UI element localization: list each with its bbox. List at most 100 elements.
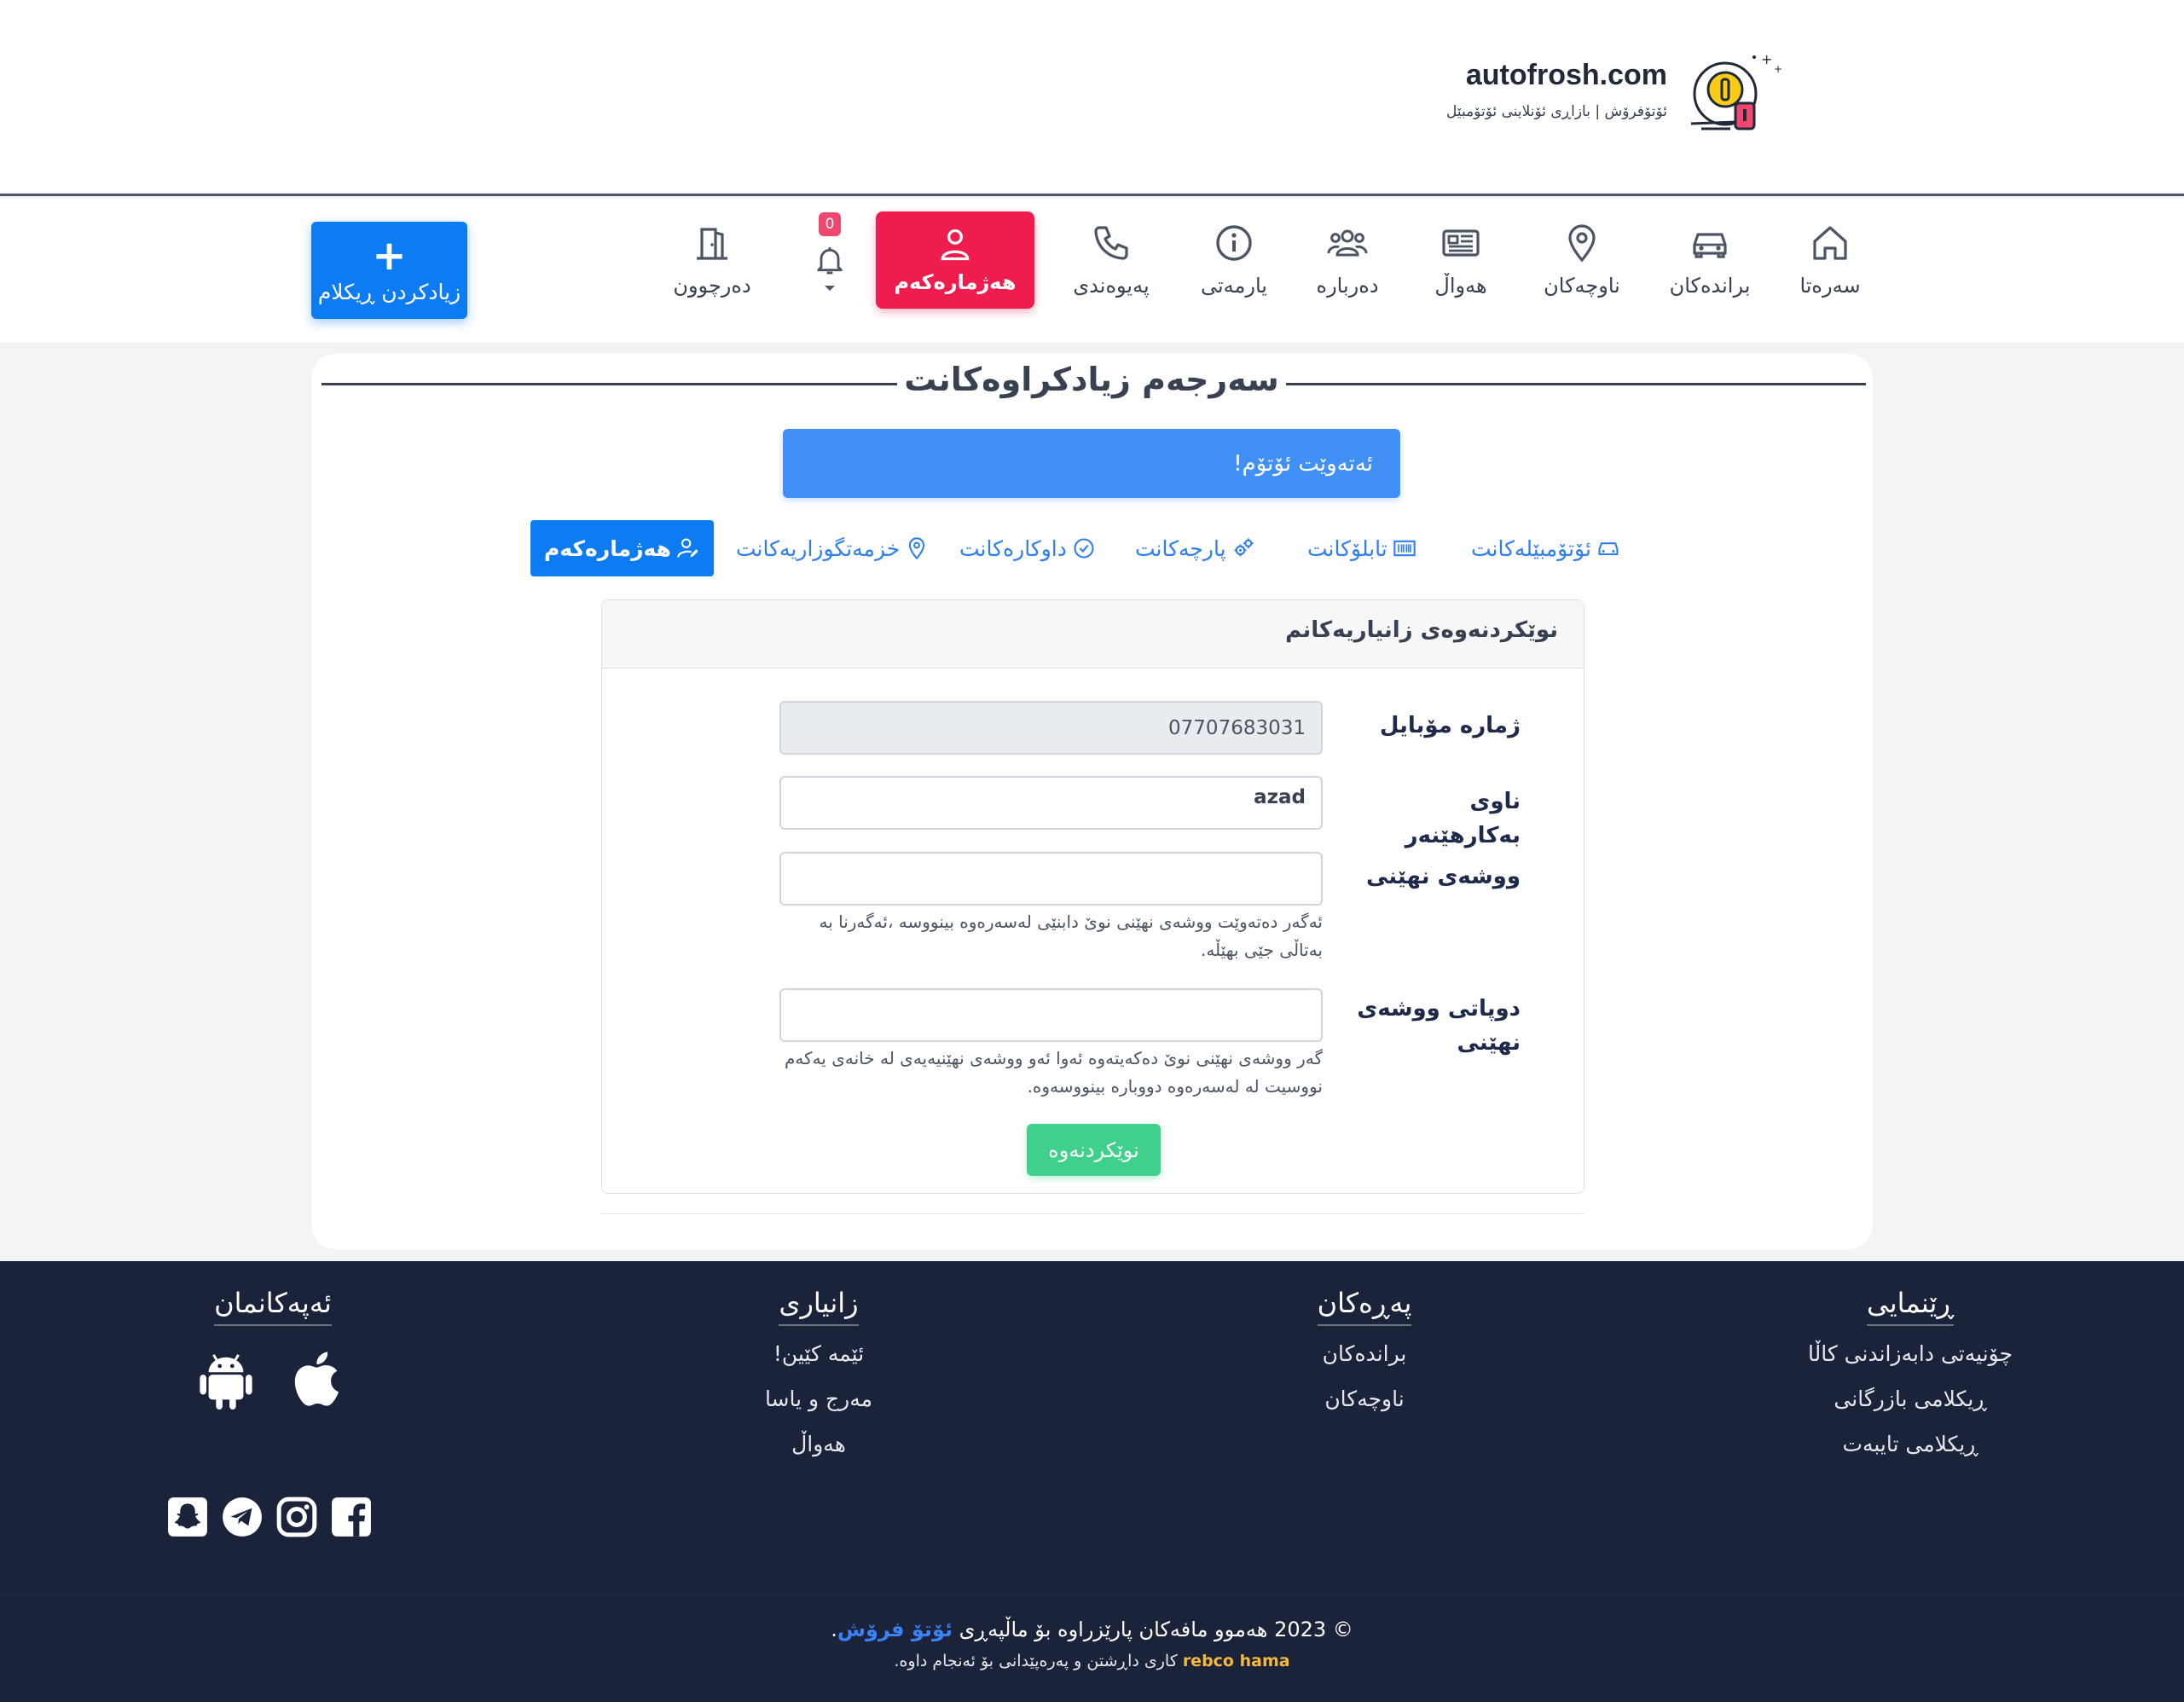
nav-label: سەرەتا <box>1799 274 1861 298</box>
footer-heading: پەڕەکان <box>1317 1287 1412 1326</box>
footer-heading: زانیاری <box>779 1287 859 1326</box>
copyright-suffix: . <box>831 1618 837 1641</box>
svg-text:+: + <box>1774 63 1782 75</box>
home-icon <box>1813 226 1847 260</box>
copyright-prefix: © 2023 هەموو مافەکان پارێزراوە بۆ ماڵپەڕ… <box>959 1618 1353 1641</box>
copyright-text: © 2023 هەموو مافەکان پارێزراوە بۆ ماڵپەڕ… <box>0 1618 2184 1641</box>
tab-my-account[interactable]: هەژمارەکەم <box>530 520 714 576</box>
footer-link[interactable]: ئێمە کێین! <box>773 1341 864 1366</box>
nav-item-regions[interactable]: ناوچەکان <box>1538 223 1626 316</box>
footer-link[interactable]: هەواڵ <box>791 1432 846 1456</box>
nav-label: براندەکان <box>1669 274 1751 298</box>
my-account-button[interactable]: هەژمارەکەم <box>876 211 1034 309</box>
notifications-dropdown[interactable]: 0 <box>808 212 851 306</box>
app-store-links <box>196 1346 350 1413</box>
confirm-password-field[interactable] <box>779 988 1323 1042</box>
footer-link[interactable]: ناوچەکان <box>1324 1386 1404 1411</box>
tab-label: ئۆتۆمبێلەکانت <box>1471 535 1591 561</box>
footer-link[interactable]: ڕیکلامی بازرگانی <box>1834 1386 1986 1411</box>
tab-my-cars[interactable]: ئۆتۆمبێلەکانت <box>1471 520 1620 576</box>
password-label: ووشەی نهێنی <box>1366 864 1521 889</box>
footer-info-column: زانیاری ئێمە کێین! مەرج و یاسا هەواڵ <box>733 1287 904 1477</box>
svg-text:+: + <box>1761 51 1772 67</box>
footer-heading: ڕێنمایی <box>1867 1287 1954 1326</box>
nav-item-news[interactable]: هەواڵ <box>1424 223 1498 316</box>
car-icon <box>1693 233 1727 258</box>
bell-icon <box>817 247 843 275</box>
notification-count-badge: 0 <box>819 212 841 236</box>
title-divider <box>1286 383 1866 385</box>
tab-my-plates[interactable]: تابلۆکانت <box>1307 520 1416 576</box>
logo[interactable]: autofrosh.com ئۆتۆفرۆش | بازاڕی ئۆنلاینی… <box>1446 47 1795 141</box>
newspaper-icon <box>1442 229 1480 257</box>
mobile-field: 07707683031 <box>779 701 1323 755</box>
footer-guide-column: ڕێنمایی چۆنیەتی دابەزاندنی کاڵا ڕیکلامی … <box>1791 1287 2030 1477</box>
tab-my-services[interactable]: خزمەتگوزاریەکانت <box>736 520 929 576</box>
tab-my-parts[interactable]: پارچەکانت <box>1135 520 1255 576</box>
site-header: autofrosh.com ئۆتۆفرۆش | بازاڕی ئۆنلاینی… <box>0 0 2184 196</box>
copyright-brand-link[interactable]: ئۆتۆ فرۆش <box>837 1618 953 1641</box>
nav-item-about[interactable]: دەربارە <box>1310 223 1385 316</box>
page-title: سەرجەم زیادکراوەکانت <box>904 361 1279 398</box>
nav-item-home[interactable]: سەرەتا <box>1794 223 1866 316</box>
car-icon <box>1598 542 1619 556</box>
developer-name[interactable]: rebco hama <box>1183 1652 1290 1670</box>
nav-item-contact[interactable]: پەیوەندی <box>1066 223 1156 316</box>
logo-subtitle: ئۆتۆفرۆش | بازاڕی ئۆنلاینی ئۆتۆمبێل <box>1445 103 1667 120</box>
tab-label: خزمەتگوزاریەکانت <box>736 535 901 561</box>
main-nav: سەرەتا براندەکان ناوچەکان هەواڵ دەربارە … <box>0 199 2184 342</box>
tab-label: داوکارەکانت <box>959 535 1067 561</box>
update-button[interactable]: نوێکردنەوە <box>1027 1124 1161 1176</box>
footer-heading: ئەپەکانمان <box>214 1287 332 1326</box>
site-footer: ڕێنمایی چۆنیەتی دابەزاندنی کاڵا ڕیکلامی … <box>0 1261 2184 1702</box>
android-icon[interactable] <box>196 1346 256 1413</box>
check-badge-icon <box>1074 538 1094 559</box>
door-icon <box>697 228 727 260</box>
main-card: سەرجەم زیادکراوەکانت ئەتەوێت ئۆتۆم! ئۆتۆ… <box>311 354 1873 1249</box>
snapchat-icon[interactable] <box>166 1496 209 1538</box>
add-ad-label: زیادکردن ڕیکلام <box>317 279 461 304</box>
logo-icon: + + <box>1676 47 1795 141</box>
footer-link[interactable]: ڕیکلامی تایبەت <box>1842 1432 1978 1456</box>
users-icon <box>1327 229 1368 257</box>
nav-label: پەیوەندی <box>1073 274 1150 298</box>
confirm-password-help-text: گەر ووشەی نهێنی نوێ دەکەیتەوە ئەوا ئەو و… <box>784 1048 1323 1097</box>
footer-link[interactable]: چۆنیەتی دابەزاندنی کاڵا <box>1808 1341 2013 1366</box>
nav-item-brands[interactable]: براندەکان <box>1663 223 1757 316</box>
apple-icon[interactable] <box>290 1346 350 1413</box>
barcode-icon <box>1393 540 1416 557</box>
add-ad-button[interactable]: + زیادکردن ڕیکلام <box>311 222 467 319</box>
nav-label: یارمەتی <box>1201 274 1267 298</box>
nav-label: دەربارە <box>1316 274 1379 298</box>
nav-item-logout[interactable]: دەرچوون <box>669 223 755 316</box>
footer-link[interactable]: مەرج و یاسا <box>765 1386 872 1411</box>
my-account-label: هەژمارەکەم <box>894 270 1017 294</box>
developer-credit: rebco hama کاری داڕشتن و پەرەپێدانی بۆ ئ… <box>0 1652 2184 1670</box>
info-icon <box>1216 225 1252 261</box>
form-card-header: نوێکردنەوەی زانیاریەکانم <box>602 600 1584 669</box>
instagram-icon[interactable] <box>275 1496 318 1538</box>
social-links <box>166 1496 373 1538</box>
form-title: نوێکردنەوەی زانیاریەکانم <box>1285 617 1558 643</box>
facebook-icon[interactable] <box>330 1496 373 1538</box>
password-field[interactable] <box>779 852 1323 906</box>
confirm-password-label: دوپاتی ووشەی نهێنی <box>1357 996 1521 1056</box>
account-form-card: نوێکردنەوەی زانیاریەکانم ژمارە مۆبایل 07… <box>601 599 1584 1194</box>
nav-label: دەرچوون <box>673 274 751 298</box>
user-edit-icon <box>677 538 698 558</box>
telegram-icon[interactable] <box>221 1496 264 1538</box>
caret-down-icon <box>825 286 835 291</box>
footer-link[interactable]: براندەکان <box>1323 1341 1407 1366</box>
nav-item-help[interactable]: یارمەتی <box>1196 223 1272 316</box>
footer-apps-column: ئەپەکانمان <box>171 1287 375 1341</box>
username-field[interactable]: azad <box>779 776 1323 830</box>
gears-icon <box>1234 538 1254 557</box>
developer-credit-text: کاری داڕشتن و پەرەپێدانی بۆ ئەنجام داوە. <box>894 1652 1178 1670</box>
tab-my-requests[interactable]: داوکارەکانت <box>959 520 1096 576</box>
username-label: ناوی بەکارهێنەر <box>1405 789 1521 848</box>
title-divider <box>322 383 897 385</box>
map-pin-icon <box>1568 224 1596 263</box>
user-icon <box>941 229 970 261</box>
tab-label: پارچەکانت <box>1135 535 1226 561</box>
logo-text: autofrosh.com <box>1465 59 1667 91</box>
